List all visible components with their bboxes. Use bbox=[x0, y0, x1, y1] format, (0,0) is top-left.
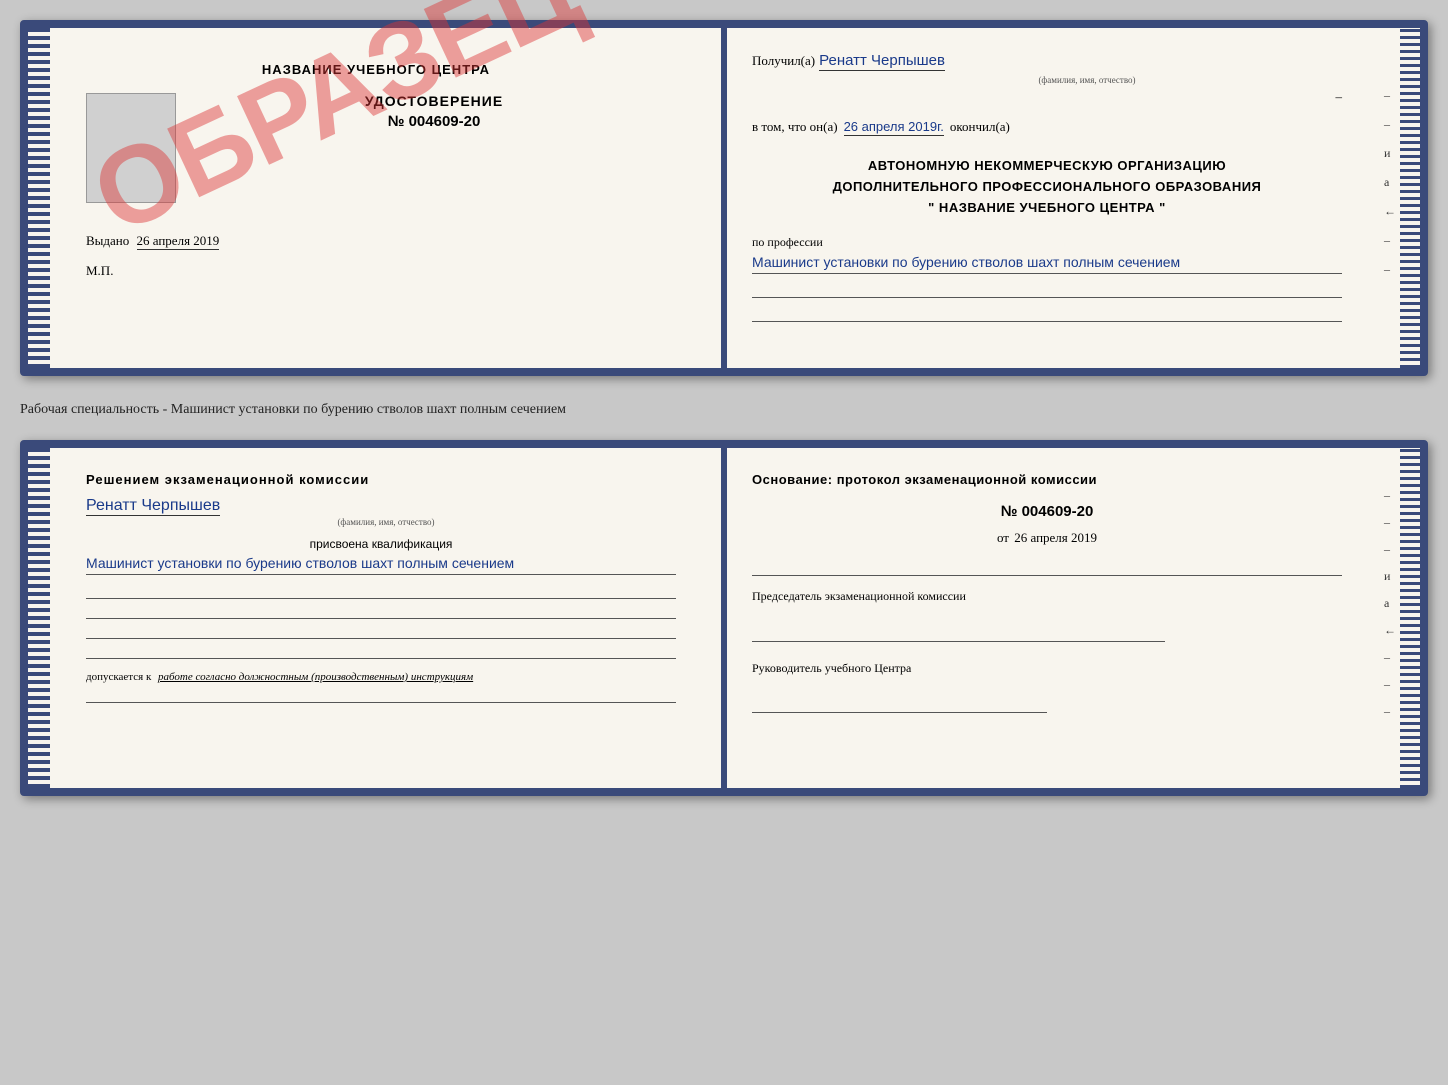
underline-4 bbox=[86, 645, 676, 659]
qualification-name: Машинист установки по бурению стволов ша… bbox=[86, 553, 676, 575]
profession-prefix: по профессии bbox=[752, 235, 823, 249]
bottom-left-page: Решением экзаменационной комиссии Ренатт… bbox=[28, 448, 724, 788]
issued-label: Выдано bbox=[86, 233, 129, 248]
separator-label: Рабочая специальность - Машинист установ… bbox=[20, 402, 566, 417]
chairman-label: Председатель экзаменационной комиссии bbox=[752, 586, 1342, 608]
allowed-block: допускается к работе согласно должностны… bbox=[86, 671, 676, 683]
cert-label: УДОСТОВЕРЕНИЕ bbox=[202, 93, 666, 109]
bottom-right-page: Основание: протокол экзаменационной коми… bbox=[724, 448, 1420, 788]
org-line3: " НАЗВАНИЕ УЧЕБНОГО ЦЕНТРА " bbox=[752, 198, 1342, 219]
in-that-line: в том, что он(а) 26 апреля 2019г. окончи… bbox=[752, 119, 1342, 136]
bottom-document: Решением экзаменационной комиссии Ренатт… bbox=[20, 440, 1428, 796]
left-stripe-decoration bbox=[28, 28, 50, 368]
mp-label: М.П. bbox=[86, 263, 666, 279]
right-margin-decoration bbox=[1400, 28, 1420, 368]
profession-name: Машинист установки по бурению стволов ша… bbox=[752, 252, 1342, 274]
top-document: НАЗВАНИЕ УЧЕБНОГО ЦЕНТРА УДОСТОВЕРЕНИЕ №… bbox=[20, 20, 1428, 376]
separator-text: Рабочая специальность - Машинист установ… bbox=[20, 394, 1428, 422]
completion-date: 26 апреля 2019г. bbox=[844, 119, 944, 136]
underline-1 bbox=[86, 585, 676, 599]
page-wrapper: НАЗВАНИЕ УЧЕБНОГО ЦЕНТРА УДОСТОВЕРЕНИЕ №… bbox=[20, 20, 1428, 796]
top-right-page: Получил(а) Ренатт Черпышев (фамилия, имя… bbox=[724, 28, 1420, 368]
org-line2: ДОПОЛНИТЕЛЬНОГО ПРОФЕССИОНАЛЬНОГО ОБРАЗО… bbox=[752, 177, 1342, 198]
issued-line: Выдано 26 апреля 2019 bbox=[86, 233, 666, 249]
cert-photo bbox=[86, 93, 176, 203]
basis-title: Основание: протокол экзаменационной коми… bbox=[752, 472, 1342, 487]
bottom-person-sublabel: (фамилия, имя, отчество) bbox=[96, 517, 676, 527]
recipient-sublabel: (фамилия, имя, отчество) bbox=[832, 75, 1342, 85]
top-left-page: НАЗВАНИЕ УЧЕБНОГО ЦЕНТРА УДОСТОВЕРЕНИЕ №… bbox=[28, 28, 724, 368]
chairman-signature-line bbox=[752, 628, 1165, 642]
qualification-prefix: присвоена квалификация bbox=[86, 537, 676, 551]
decision-title: Решением экзаменационной комиссии bbox=[86, 472, 676, 487]
org-block: АВТОНОМНУЮ НЕКОММЕРЧЕСКУЮ ОРГАНИЗАЦИЮ ДО… bbox=[752, 156, 1342, 218]
completed-suffix: окончил(а) bbox=[950, 119, 1010, 135]
protocol-number: № 004609-20 bbox=[752, 503, 1342, 520]
chairman-block: Председатель экзаменационной комиссии bbox=[752, 586, 1342, 642]
allowed-prefix: допускается к bbox=[86, 671, 151, 683]
org-line1: АВТОНОМНУЮ НЕКОММЕРЧЕСКУЮ ОРГАНИЗАЦИЮ bbox=[752, 156, 1342, 177]
recipient-name: Ренатт Черпышев bbox=[819, 52, 945, 71]
received-prefix: Получил(а) bbox=[752, 53, 815, 69]
protocol-date: от 26 апреля 2019 bbox=[752, 530, 1342, 546]
issued-date: 26 апреля 2019 bbox=[137, 233, 220, 250]
date-prefix: от bbox=[997, 530, 1009, 545]
date-underline bbox=[752, 566, 1342, 576]
in-that-prefix: в том, что он(а) bbox=[752, 119, 838, 135]
director-signature-line bbox=[752, 699, 1047, 713]
profession-block: по профессии Машинист установки по бурен… bbox=[752, 234, 1342, 274]
bottom-right-margin bbox=[1400, 448, 1420, 788]
cert-number: № 004609-20 bbox=[202, 113, 666, 130]
allowed-text: работе согласно должностным (производств… bbox=[158, 671, 473, 683]
right-dashes-top: – – и а ← – – bbox=[1384, 88, 1396, 277]
bottom-person-name: Ренатт Черпышев bbox=[86, 497, 676, 515]
protocol-date-value: 26 апреля 2019 bbox=[1014, 530, 1097, 545]
bottom-underline bbox=[86, 689, 676, 703]
bottom-left-stripe bbox=[28, 448, 50, 788]
cert-title: НАЗВАНИЕ УЧЕБНОГО ЦЕНТРА bbox=[106, 62, 646, 77]
received-line: Получил(а) Ренатт Черпышев (фамилия, имя… bbox=[752, 52, 1342, 105]
director-label: Руководитель учебного Центра bbox=[752, 658, 1342, 680]
right-dashes-bottom: – – – и а ← – – – bbox=[1384, 488, 1396, 719]
director-block: Руководитель учебного Центра bbox=[752, 658, 1342, 714]
underline-2 bbox=[86, 605, 676, 619]
underline-3 bbox=[86, 625, 676, 639]
bottom-name: Ренатт Черпышев bbox=[86, 497, 220, 516]
